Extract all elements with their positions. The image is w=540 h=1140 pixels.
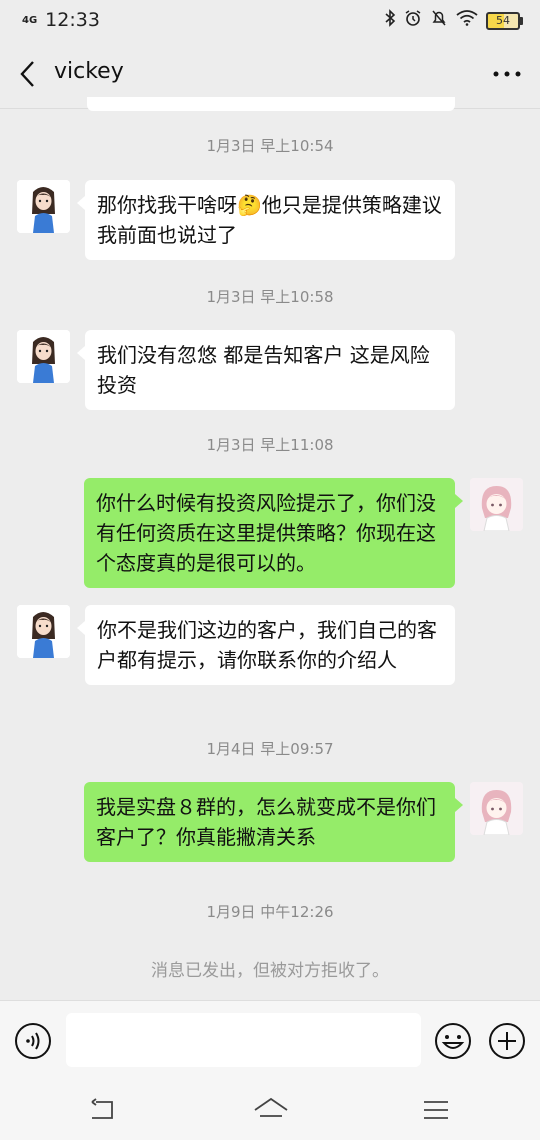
chat-input-bar: [0, 1000, 540, 1081]
mute-bell-icon: [430, 9, 448, 32]
my-avatar[interactable]: [470, 782, 523, 835]
system-notice: 消息已发出，但被对方拒收了。: [151, 961, 389, 981]
network-type: 4G: [22, 14, 38, 26]
message-input[interactable]: [66, 1013, 421, 1067]
status-time: 12:33: [45, 9, 100, 31]
system-nav-bar: [0, 1080, 540, 1140]
more-dots-icon[interactable]: [492, 62, 522, 86]
message-timestamp: 1月3日 早上10:58: [206, 288, 334, 306]
previous-message-bubble: [87, 97, 455, 111]
battery-indicator: 54: [486, 11, 523, 30]
outgoing-message-bubble[interactable]: 你什么时候有投资风险提示了，你们没有任何资质在这里提供策略？你现在这个态度真的是…: [84, 478, 463, 588]
incoming-message-bubble[interactable]: 那你找我干啥呀🤔他只是提供策略建议 我前面也说过了: [77, 180, 455, 260]
emoji-icon[interactable]: [434, 1022, 472, 1060]
wifi-icon: [456, 10, 478, 31]
plus-icon[interactable]: [488, 1022, 526, 1060]
status-bar-right: 54: [384, 9, 523, 32]
nav-home-icon[interactable]: [252, 1094, 290, 1126]
incoming-message-bubble[interactable]: 我们没有忽悠 都是告知客户 这是风险投资: [77, 330, 455, 410]
nav-back-icon[interactable]: [88, 1096, 120, 1124]
message-timestamp: 1月3日 早上11:08: [206, 436, 334, 454]
alarm-icon: [404, 9, 422, 32]
message-timestamp: 1月4日 早上09:57: [206, 740, 334, 758]
bluetooth-icon: [384, 9, 396, 32]
contact-avatar[interactable]: [17, 605, 70, 658]
status-bar-left: 4G 12:33: [22, 9, 100, 31]
incoming-message-bubble[interactable]: 你不是我们这边的客户，我们自己的客户都有提示，请你联系你的介绍人: [77, 605, 455, 685]
voice-icon[interactable]: [14, 1022, 52, 1060]
message-timestamp: 1月9日 中午12:26: [206, 903, 334, 921]
my-avatar[interactable]: [470, 478, 523, 531]
message-timestamp: 1月3日 早上10:54: [206, 137, 334, 155]
contact-avatar[interactable]: [17, 180, 70, 233]
chat-title: vickey: [54, 59, 124, 84]
status-bar: 4G 12:33 54: [0, 0, 540, 40]
nav-menu-icon[interactable]: [420, 1096, 452, 1124]
outgoing-message-bubble[interactable]: 我是实盘８群的，怎么就变成不是你们客户了？你真能撇清关系: [84, 782, 463, 862]
contact-avatar[interactable]: [17, 330, 70, 383]
back-arrow-icon[interactable]: [14, 58, 42, 90]
